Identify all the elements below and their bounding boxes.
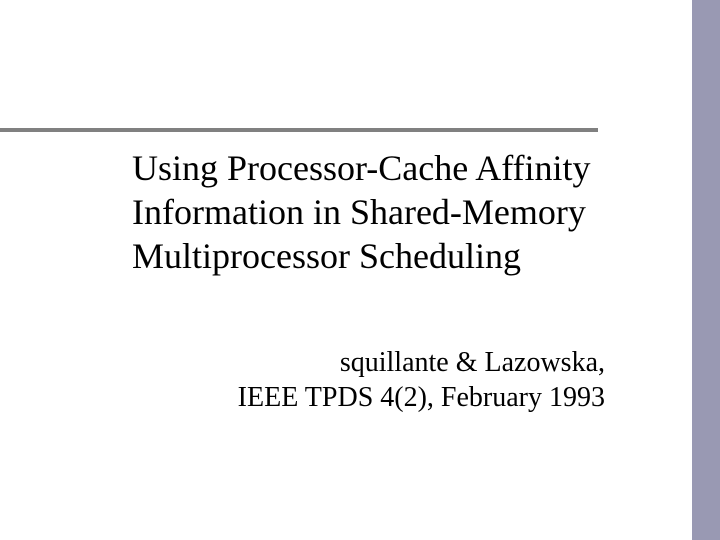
decorative-right-stripe — [692, 0, 720, 540]
slide-title: Using Processor-Cache Affinity Informati… — [132, 147, 622, 279]
slide-authors: squillante & Lazowska, IEEE TPDS 4(2), F… — [125, 345, 605, 415]
authors-line-2: IEEE TPDS 4(2), February 1993 — [125, 380, 605, 415]
authors-line-1: squillante & Lazowska, — [125, 345, 605, 380]
decorative-horizontal-rule — [0, 128, 598, 132]
presentation-slide: Using Processor-Cache Affinity Informati… — [0, 0, 720, 540]
